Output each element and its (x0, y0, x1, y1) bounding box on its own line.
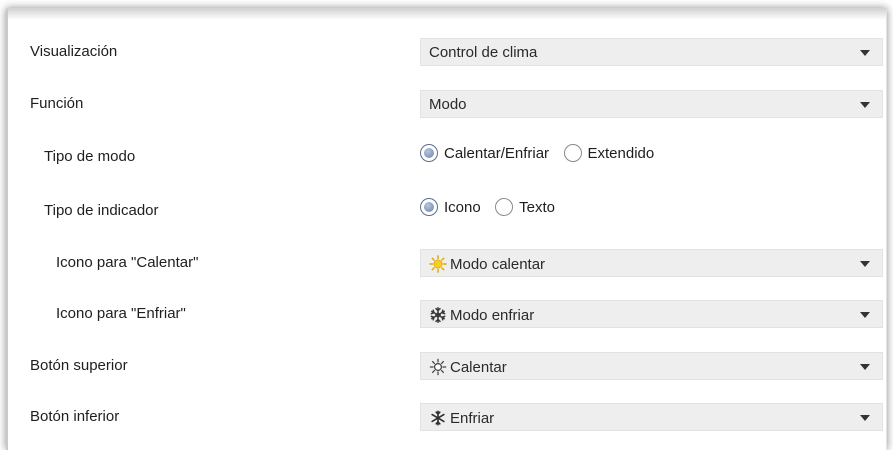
icono-enfriar-value: Modo enfriar (450, 307, 535, 324)
radio-selected-icon[interactable] (420, 198, 438, 216)
tipo-indicador-radio-group: Icono Texto (420, 198, 565, 224)
radio-texto-label: Texto (519, 199, 556, 216)
boton-superior-dropdown[interactable]: Calentar (420, 352, 883, 380)
chevron-down-icon (860, 261, 870, 267)
radio-calentar-enfriar[interactable]: Calentar/Enfriar (420, 144, 549, 170)
visualizacion-label: Visualización (30, 43, 118, 60)
row-boton-inferior: Botón inferior Enfriar (8, 403, 886, 431)
radio-unselected-icon[interactable] (495, 198, 514, 216)
panel-top-edge (8, 10, 886, 20)
row-icono-enfriar: Icono para "Enfriar" Modo enfriar (8, 300, 886, 328)
boton-superior-label: Botón superior (30, 357, 128, 374)
tipo-indicador-label: Tipo de indicador (44, 202, 159, 219)
tipo-modo-label: Tipo de modo (44, 148, 136, 165)
boton-inferior-label: Botón inferior (30, 408, 120, 425)
radio-extendido[interactable]: Extendido (563, 144, 655, 170)
radio-extendido-label: Extendido (587, 145, 655, 162)
icono-enfriar-dropdown[interactable]: Modo enfriar (420, 300, 883, 328)
radio-icono[interactable]: Icono (420, 198, 481, 224)
radio-unselected-icon[interactable] (563, 144, 582, 162)
settings-panel: Visualización Control de clima Función M… (6, 8, 887, 450)
snowflake-icon (430, 307, 446, 323)
funcion-dropdown[interactable]: Modo (420, 90, 883, 118)
boton-inferior-dropdown[interactable]: Enfriar (420, 403, 883, 431)
row-tipo-indicador: Tipo de indicador Icono Texto (8, 197, 886, 225)
radio-texto[interactable]: Texto (495, 198, 555, 224)
row-visualizacion: Visualización Control de clima (8, 38, 886, 66)
sun-icon (429, 255, 447, 273)
visualizacion-dropdown[interactable]: Control de clima (420, 38, 883, 66)
row-icono-calentar: Icono para "Calentar" Modo calentar (8, 249, 886, 277)
boton-inferior-value: Enfriar (450, 410, 495, 427)
tipo-modo-radio-group: Calentar/Enfriar Extendido (420, 144, 664, 170)
boton-superior-value: Calentar (450, 359, 507, 376)
icono-enfriar-label: Icono para "Enfriar" (56, 305, 186, 322)
boton-superior-value-wrap: Calentar (429, 358, 507, 376)
radio-selected-icon[interactable] (420, 144, 438, 162)
chevron-down-icon (860, 415, 870, 421)
row-funcion: Función Modo (8, 90, 886, 118)
funcion-value: Modo (429, 96, 467, 113)
radio-icono-label: Icono (444, 199, 481, 216)
chevron-down-icon (860, 312, 870, 318)
row-tipo-modo: Tipo de modo Calentar/Enfriar Extendido (8, 143, 886, 171)
icono-calentar-label: Icono para "Calentar" (56, 254, 199, 271)
sun-outline-icon (429, 358, 447, 376)
icono-calentar-value: Modo calentar (450, 256, 546, 273)
boton-inferior-value-wrap: Enfriar (429, 409, 494, 427)
row-boton-superior: Botón superior Calentar (8, 352, 886, 380)
chevron-down-icon (860, 364, 870, 370)
icono-calentar-dropdown[interactable]: Modo calentar (420, 249, 883, 277)
chevron-down-icon (860, 102, 870, 108)
funcion-label: Función (30, 95, 84, 112)
visualizacion-value: Control de clima (429, 44, 538, 61)
chevron-down-icon (860, 50, 870, 56)
radio-calentar-enfriar-label: Calentar/Enfriar (444, 145, 550, 162)
icono-calentar-value-wrap: Modo calentar (429, 255, 545, 273)
snowflake-icon (431, 410, 445, 426)
icono-enfriar-value-wrap: Modo enfriar (429, 306, 534, 324)
